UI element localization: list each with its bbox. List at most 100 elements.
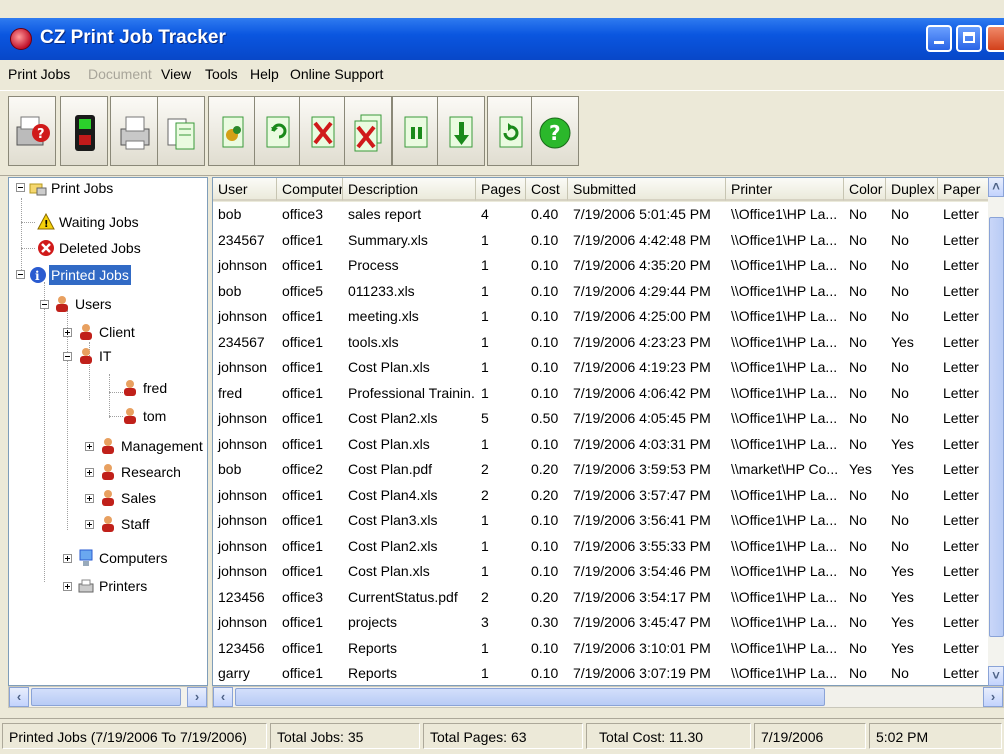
cell-printer: \\Office1\HP La... <box>731 257 838 273</box>
table-row[interactable]: bob office2 Cost Plan.pdf 2 0.20 7/19/2006 3:… <box>213 458 1003 480</box>
column-header-duplex[interactable]: Duplex <box>886 178 938 201</box>
pause-button[interactable] <box>392 96 440 166</box>
cell-printer: \\Office1\HP La... <box>731 308 838 324</box>
menu-print-jobs[interactable]: Print Jobs <box>8 66 70 82</box>
table-row[interactable]: johnson office1 Cost Plan.xls 1 0.10 7/19/200… <box>213 356 1003 378</box>
cell-cost: 0.10 <box>531 639 559 656</box>
column-header-cost[interactable]: Cost <box>526 178 568 201</box>
user-icon <box>124 408 136 424</box>
user-icon <box>102 464 114 480</box>
menu-document[interactable]: Document <box>88 66 152 82</box>
scroll-left-icon[interactable]: ‹ <box>213 687 233 707</box>
refresh-icon <box>266 116 290 148</box>
maximize-button[interactable] <box>956 25 982 52</box>
table-row[interactable]: 234567 office1 Summary.xls 1 0.10 7/19/2006 4… <box>213 229 1003 251</box>
cell-printer: \\Office1\HP La... <box>731 231 838 248</box>
column-header-printer[interactable]: Printer <box>726 178 844 201</box>
table-row[interactable]: bob office5 011233.xls 1 0.10 7/19/2006 4:29:… <box>213 280 1003 302</box>
table-vscroll-thumb[interactable] <box>989 217 1004 637</box>
close-button[interactable] <box>986 25 1004 52</box>
scroll-down-icon[interactable]: ˅ <box>988 666 1004 686</box>
expand-print-jobs[interactable] <box>16 183 25 192</box>
table-row[interactable]: bob office3 sales report 4 0.40 7/19/2006 5:0… <box>213 203 1003 225</box>
scroll-left-icon[interactable]: ‹ <box>9 687 29 707</box>
table-row[interactable]: johnson office1 Cost Plan2.xls 1 0.10 7/19/20… <box>213 535 1003 557</box>
scroll-up-icon[interactable]: ˄ <box>988 177 1004 197</box>
expand-staff[interactable] <box>85 520 94 529</box>
cell-duplex: Yes <box>891 614 914 630</box>
expand-printers[interactable] <box>63 582 72 591</box>
cell-submitted: 7/19/2006 4:06:42 PM <box>573 384 711 401</box>
table-row[interactable]: garry office1 Reports 1 0.10 7/19/2006 3:07:1… <box>213 662 1003 684</box>
menu-online-support[interactable]: Online Support <box>290 66 383 82</box>
table-row[interactable]: johnson office1 Cost Plan4.xls 2 0.20 7/19/20… <box>213 484 1003 506</box>
table-row[interactable]: 123456 office3 CurrentStatus.pdf 2 0.20 7/19/… <box>213 586 1003 608</box>
cell-cost: 0.10 <box>531 231 559 248</box>
table-row[interactable]: johnson office1 Cost Plan2.xls 5 0.50 7/19/20… <box>213 407 1003 429</box>
expand-printed-jobs[interactable] <box>16 270 25 279</box>
minimize-button[interactable] <box>926 25 952 52</box>
expand-client[interactable] <box>63 328 72 337</box>
column-header-submitted[interactable]: Submitted <box>568 178 726 201</box>
cell-user: johnson <box>218 512 268 528</box>
table-row[interactable]: johnson office1 Process 1 0.10 7/19/2006 4:35… <box>213 254 1003 276</box>
table-row[interactable]: 234567 office1 tools.xls 1 0.10 7/19/2006 4:2… <box>213 331 1003 353</box>
document-edit-icon <box>222 116 244 148</box>
table-row[interactable]: 123456 office1 Reports 1 0.10 7/19/2006 3:10:… <box>213 637 1003 659</box>
refresh-button[interactable] <box>254 96 302 166</box>
cell-color: No <box>849 639 867 656</box>
status-date-range: Printed Jobs (7/19/2006 To 7/19/2006) <box>2 723 267 749</box>
device-button[interactable] <box>60 96 108 166</box>
navigation-tree[interactable]: Print Jobs ! Waiting Jobs Deleted Jobs i… <box>8 177 208 686</box>
warning-icon: ! <box>37 213 55 230</box>
scroll-right-icon[interactable]: › <box>983 687 1003 707</box>
tree-scroll-thumb[interactable] <box>31 688 181 706</box>
column-header-computer[interactable]: Computer <box>277 178 343 201</box>
expand-sales[interactable] <box>85 494 94 503</box>
table-row[interactable]: fred office1 Professional Trainin... 1 0.10 7… <box>213 382 1003 404</box>
table-row[interactable]: johnson office1 Cost Plan3.xls 1 0.10 7/19/20… <box>213 509 1003 531</box>
help-button[interactable]: ? <box>531 96 579 166</box>
printer-help-button[interactable]: ? <box>8 96 56 166</box>
column-header-pages[interactable]: Pages <box>476 178 526 201</box>
cell-description: meeting.xls <box>348 308 419 324</box>
device-green-icon <box>75 115 95 151</box>
table-row[interactable]: johnson office1 meeting.xls 1 0.10 7/19/2006 … <box>213 305 1003 327</box>
user-icon <box>102 490 114 506</box>
column-header-description[interactable]: Description <box>343 178 476 201</box>
menu-tools[interactable]: Tools <box>205 66 238 82</box>
scroll-right-icon[interactable]: › <box>187 687 207 707</box>
status-total-pages: Total Pages: 63 <box>423 723 583 749</box>
expand-management[interactable] <box>85 442 94 451</box>
cell-computer: office1 <box>282 486 323 503</box>
expand-research[interactable] <box>85 468 94 477</box>
cell-computer: office1 <box>282 384 323 401</box>
table-horizontal-scrollbar[interactable]: ‹ › <box>212 686 1004 708</box>
tree-horizontal-scrollbar[interactable]: ‹ › <box>8 686 208 708</box>
download-button[interactable] <box>437 96 485 166</box>
delete-all-button[interactable] <box>344 96 392 166</box>
table-row[interactable]: johnson office1 Cost Plan.xls 1 0.10 7/19/200… <box>213 560 1003 582</box>
cell-color: No <box>849 486 867 503</box>
table-row[interactable]: johnson office1 Cost Plan.xls 1 0.10 7/19/200… <box>213 433 1003 455</box>
table-hscroll-thumb[interactable] <box>235 688 825 706</box>
menu-help[interactable]: Help <box>250 66 279 82</box>
cell-submitted: 7/19/2006 4:35:20 PM <box>573 257 711 273</box>
expand-it[interactable] <box>63 352 72 361</box>
column-header-color[interactable]: Color <box>844 178 886 201</box>
table-row[interactable]: johnson office1 projects 3 0.30 7/19/2006 3:4… <box>213 611 1003 633</box>
document-edit-button[interactable] <box>208 96 256 166</box>
documents-button[interactable] <box>157 96 205 166</box>
delete-button[interactable] <box>299 96 347 166</box>
cell-duplex: Yes <box>891 563 914 579</box>
cell-color: No <box>849 333 867 350</box>
menu-view[interactable]: View <box>161 66 191 82</box>
expand-computers[interactable] <box>63 554 72 563</box>
column-header-user[interactable]: User <box>213 178 277 201</box>
cell-description: CurrentStatus.pdf <box>348 588 458 605</box>
reload-button[interactable] <box>487 96 535 166</box>
printer-button[interactable] <box>110 96 158 166</box>
expand-users[interactable] <box>40 300 49 309</box>
table-vertical-scrollbar[interactable]: ˄ ˅ <box>988 177 1004 686</box>
title-bar[interactable]: CZ Print Job Tracker <box>0 18 1004 60</box>
